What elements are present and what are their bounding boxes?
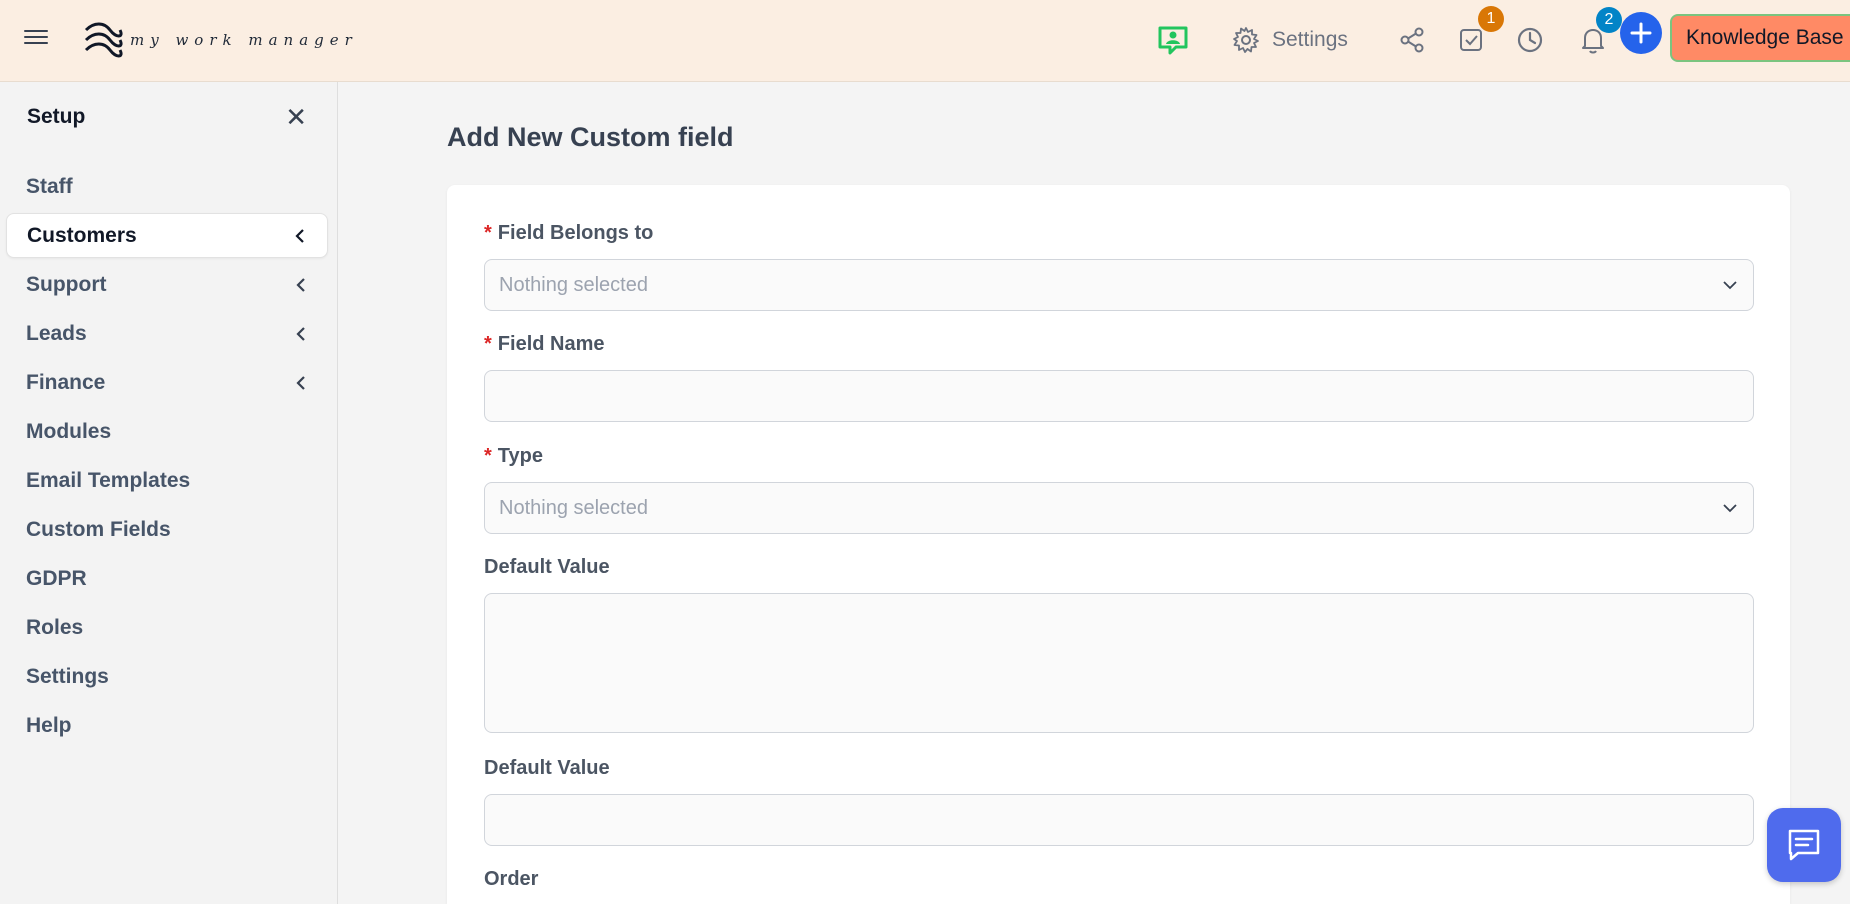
sidebar-item-label: Email Templates [26, 468, 191, 492]
sidebar-item-gdpr[interactable]: GDPR [6, 556, 328, 601]
sidebar-item-custom-fields[interactable]: Custom Fields [6, 507, 328, 552]
sidebar-item-label: Leads [26, 321, 87, 345]
logo-text: my work manager [130, 31, 358, 49]
page-title: Add New Custom field [447, 122, 734, 152]
field-belongs-to-value: Nothing selected [499, 273, 648, 296]
plus-icon [1630, 22, 1652, 44]
default-value-textarea[interactable] [484, 593, 1754, 733]
field-belongs-to-select[interactable]: Nothing selected [484, 259, 1754, 311]
support-chat-button[interactable] [1767, 808, 1841, 882]
sidebar-item-label: Customers [27, 223, 137, 247]
sidebar-item-help[interactable]: Help [6, 703, 328, 748]
required-marker: * [484, 333, 492, 355]
sidebar-title: Setup [27, 105, 86, 128]
chevron-left-icon [296, 277, 305, 292]
required-marker: * [484, 222, 492, 244]
logo[interactable]: my work manager [80, 18, 358, 62]
sidebar-item-label: Custom Fields [26, 517, 171, 541]
sidebar-item-label: Settings [26, 664, 109, 688]
sidebar-item-label: Staff [26, 174, 73, 198]
add-button[interactable] [1620, 12, 1662, 54]
default-value-label: Default Value [484, 556, 610, 578]
sidebar-item-label: GDPR [26, 566, 87, 590]
settings-label: Settings [1272, 28, 1348, 51]
sidebar-item-email-templates[interactable]: Email Templates [6, 458, 328, 503]
sidebar-item-modules[interactable]: Modules [6, 409, 328, 454]
sidebar-item-staff[interactable]: Staff [6, 164, 328, 209]
field-belongs-to-label: * Field Belongs to [484, 222, 654, 244]
sidebar-item-finance[interactable]: Finance [6, 360, 328, 405]
logo-mark-icon [84, 22, 123, 58]
chat-person-icon[interactable] [1155, 22, 1191, 58]
sidebar-nav: Staff Customers Support Leads Finance Modules… [6, 164, 328, 752]
required-marker: * [484, 445, 492, 467]
sidebar-item-label: Modules [26, 419, 112, 443]
sidebar-item-settings[interactable]: Settings [6, 654, 328, 699]
chevron-left-icon [296, 375, 305, 390]
clock-icon[interactable] [1512, 22, 1548, 58]
sidebar-item-label: Roles [26, 615, 84, 639]
top-bar: my work manager Settings 1 2 Knowledge B… [0, 0, 1850, 82]
sidebar-item-support[interactable]: Support [6, 262, 328, 307]
sidebar-item-label: Finance [26, 370, 106, 394]
sidebar-item-roles[interactable]: Roles [6, 605, 328, 650]
sidebar-item-customers[interactable]: Customers [6, 213, 328, 258]
message-icon [1788, 829, 1820, 861]
close-icon[interactable]: ✕ [285, 104, 307, 130]
setup-sidebar: Setup ✕ Staff Customers Support Leads Financ… [0, 82, 338, 904]
chevron-down-icon [1723, 281, 1737, 290]
chevron-left-icon [295, 228, 304, 243]
default-value-input[interactable] [484, 794, 1754, 846]
hamburger-icon[interactable] [22, 26, 50, 50]
field-name-input[interactable] [484, 370, 1754, 422]
type-label: * Type [484, 445, 543, 467]
sidebar-item-leads[interactable]: Leads [6, 311, 328, 356]
knowledge-base-button[interactable]: Knowledge Base [1670, 14, 1850, 62]
settings-link[interactable]: Settings [1232, 22, 1348, 58]
custom-field-form: * Field Belongs to Nothing selected * Fiel… [447, 185, 1790, 904]
default-value-label-2: Default Value [484, 757, 610, 779]
gear-icon [1233, 27, 1259, 53]
type-select[interactable]: Nothing selected [484, 482, 1754, 534]
field-name-label: * Field Name [484, 333, 605, 355]
sidebar-header: Setup ✕ [27, 104, 307, 130]
chevron-left-icon [296, 326, 305, 341]
sidebar-item-label: Help [26, 713, 72, 737]
order-label: Order [484, 868, 539, 890]
type-value: Nothing selected [499, 496, 648, 519]
tasks-badge: 1 [1478, 6, 1504, 32]
sidebar-item-label: Support [26, 272, 107, 296]
notifications-badge: 2 [1596, 7, 1622, 33]
share-icon[interactable] [1394, 22, 1430, 58]
chevron-down-icon [1723, 504, 1737, 513]
